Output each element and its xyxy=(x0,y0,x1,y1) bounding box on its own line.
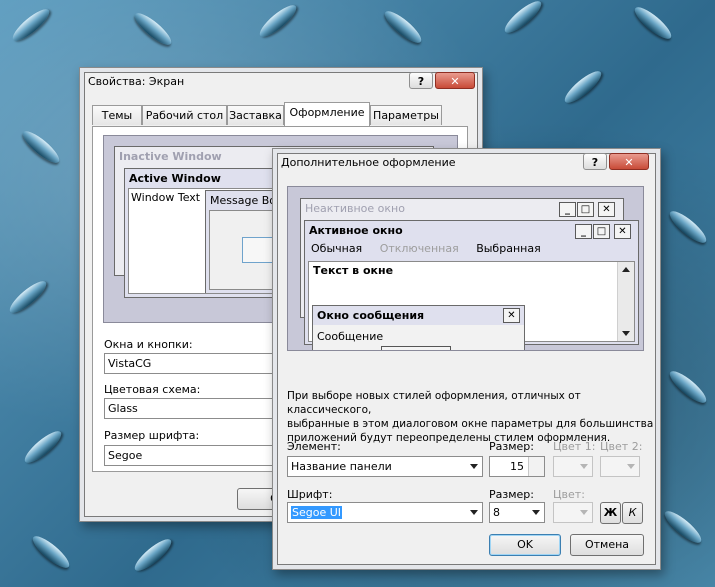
help-button[interactable]: ? xyxy=(409,72,433,89)
advanced-preview: Неактивное окно _ □ ✕ Активное окно _ □ … xyxy=(287,186,644,351)
advanced-appearance-dialog: Дополнительное оформление ? ✕ Неактивное… xyxy=(277,153,656,565)
scroll-up-icon xyxy=(618,262,634,278)
close-icon: ✕ xyxy=(598,202,615,217)
tread-plate-stud xyxy=(380,6,426,48)
font-size-select[interactable]: 8 xyxy=(489,502,545,523)
tread-plate-stud xyxy=(18,126,64,168)
italic-button[interactable]: К xyxy=(622,502,643,524)
scroll-down-icon xyxy=(618,325,634,341)
close-icon: ✕ xyxy=(503,308,520,323)
preview-menu-selected: Выбранная xyxy=(476,242,541,255)
preview-menu-normal: Обычная xyxy=(311,242,363,255)
preview-message-box: Окно сообщения ✕ Сообщение OK xyxy=(312,305,525,350)
preview-window-text: Window Text xyxy=(131,191,201,204)
maximize-icon: □ xyxy=(577,202,594,217)
size-spinner[interactable]: 15 xyxy=(489,456,545,477)
close-button[interactable]: ✕ xyxy=(435,72,475,89)
title-bar[interactable]: Свойства: Экран ? ✕ xyxy=(85,69,477,95)
font-size-label: Размер шрифта: xyxy=(104,429,200,442)
windows-buttons-label: Окна и кнопки: xyxy=(104,338,193,351)
tab-settings[interactable]: Параметры xyxy=(370,105,442,125)
preview-menu-bar: Обычная Отключенная Выбранная xyxy=(311,242,555,258)
color2-label: Цвет 2: xyxy=(600,440,643,453)
tread-plate-stud xyxy=(500,0,546,38)
bold-button[interactable]: Ж xyxy=(600,502,621,524)
size-value: 15 xyxy=(510,460,524,473)
tread-plate-stud xyxy=(665,206,711,248)
close-icon: ✕ xyxy=(614,224,631,239)
tread-plate-stud xyxy=(130,534,176,576)
tread-plate-stud xyxy=(28,531,74,573)
element-value: Название панели xyxy=(291,460,392,473)
font-size-value: 8 xyxy=(493,506,500,519)
preview-message-caption: Окно сообщения xyxy=(313,306,524,325)
dropdown-arrow-icon xyxy=(576,457,592,476)
font-size-label: Размер: xyxy=(489,488,534,501)
tread-plate-stud xyxy=(8,4,54,46)
preview-ok-button: OK xyxy=(381,346,451,350)
dropdown-arrow-icon xyxy=(623,457,639,476)
tread-plate-stud xyxy=(560,66,606,108)
close-button[interactable]: ✕ xyxy=(609,153,649,170)
dropdown-arrow-icon xyxy=(576,503,592,522)
description-line: выбранные в этом диалоговом окне парамет… xyxy=(287,418,654,430)
tab-screensaver[interactable]: Заставка xyxy=(227,105,284,125)
dialog-title: Дополнительное оформление xyxy=(281,156,456,169)
size-label: Размер: xyxy=(489,440,534,453)
title-bar[interactable]: Дополнительное оформление ? ✕ xyxy=(278,150,655,176)
color1-label: Цвет 1: xyxy=(553,440,596,453)
tab-themes[interactable]: Темы xyxy=(92,105,142,125)
element-select[interactable]: Название панели xyxy=(287,456,483,477)
maximize-icon: □ xyxy=(593,224,610,239)
preview-menu-disabled: Отключенная xyxy=(379,242,459,255)
help-button[interactable]: ? xyxy=(583,153,607,170)
tread-plate-stud xyxy=(20,426,66,468)
tread-plate-stud xyxy=(5,276,51,318)
font-color-picker[interactable] xyxy=(553,502,593,523)
font-value: Segoe UI xyxy=(291,506,343,519)
color-scheme-label: Цветовая схема: xyxy=(104,383,201,396)
tread-plate-stud xyxy=(665,366,711,408)
minimize-icon: _ xyxy=(559,202,576,217)
cancel-button[interactable]: Отмена xyxy=(570,534,644,556)
dropdown-arrow-icon xyxy=(466,503,482,522)
window-title: Свойства: Экран xyxy=(88,75,185,88)
preview-window-text: Текст в окне xyxy=(313,264,394,277)
preview-scrollbar xyxy=(617,262,634,341)
dropdown-arrow-icon xyxy=(528,503,544,522)
description-text: При выборе новых стилей оформления, отли… xyxy=(287,389,655,445)
preview-message-text: Сообщение xyxy=(317,330,384,343)
dropdown-arrow-icon xyxy=(466,457,482,476)
description-line: При выборе новых стилей оформления, отли… xyxy=(287,390,581,416)
tread-plate-stud xyxy=(130,8,176,50)
tread-plate-stud xyxy=(255,0,301,42)
font-label: Шрифт: xyxy=(287,488,333,501)
tab-desktop[interactable]: Рабочий стол xyxy=(142,105,227,125)
spinner-arrows-icon[interactable] xyxy=(528,457,544,476)
font-color-label: Цвет: xyxy=(553,488,585,501)
tread-plate-stud xyxy=(630,2,676,44)
ok-button[interactable]: OK xyxy=(489,534,561,556)
element-label: Элемент: xyxy=(287,440,341,453)
tab-appearance[interactable]: Оформление xyxy=(284,102,370,126)
font-select[interactable]: Segoe UI xyxy=(287,502,483,523)
color2-picker[interactable] xyxy=(600,456,640,477)
color1-picker[interactable] xyxy=(553,456,593,477)
minimize-icon: _ xyxy=(575,224,592,239)
tread-plate-stud xyxy=(660,506,706,548)
